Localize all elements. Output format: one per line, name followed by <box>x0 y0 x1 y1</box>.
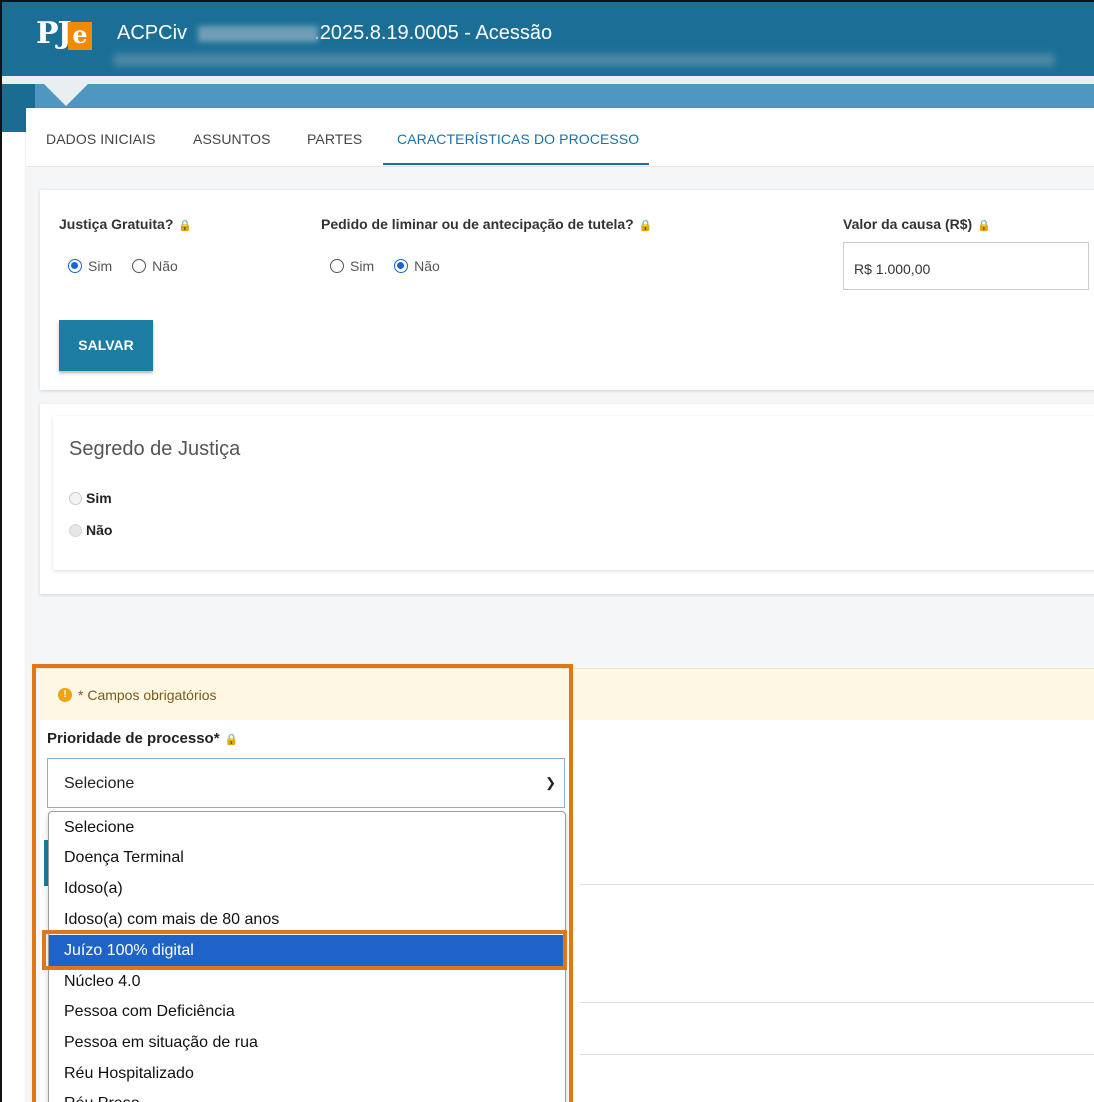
divider <box>580 1054 1094 1055</box>
logo-text: PJ <box>36 16 72 51</box>
lock-icon: 🔒 <box>178 220 193 232</box>
redacted-subtitle <box>114 54 1054 66</box>
justica-label-text: Justiça Gratuita? <box>59 216 174 232</box>
option-doenca-terminal[interactable]: Doença Terminal <box>49 842 565 873</box>
valor-causa-input[interactable]: R$ 1.000,00 <box>843 242 1089 290</box>
liminar-options: Sim Não <box>330 258 440 274</box>
pje-logo: PJ e <box>36 14 92 56</box>
required-fields-alert: ! * Campos obrigatórios <box>40 668 1094 722</box>
prioridade-select[interactable]: Selecione ❯ <box>47 758 565 808</box>
save-button[interactable]: SALVAR <box>59 320 153 371</box>
process-number-suffix: .2025.8.19.0005 - Acessão <box>314 22 553 44</box>
justica-gratuita-label: Justiça Gratuita? 🔒 <box>59 216 192 232</box>
header-divider <box>2 76 1094 84</box>
option-reu-hospitalizado[interactable]: Réu Hospitalizado <box>49 1058 565 1089</box>
option-pessoa-deficiencia[interactable]: Pessoa com Deficiência <box>49 996 565 1027</box>
option-pessoa-situacao-rua[interactable]: Pessoa em situação de rua <box>49 1027 565 1058</box>
segredo-title: Segredo de Justiça <box>69 438 241 460</box>
justica-nao-label: Não <box>152 258 178 274</box>
segredo-nao-label: Não <box>86 522 113 538</box>
warning-icon: ! <box>58 688 72 702</box>
liminar-sim-radio[interactable] <box>330 259 344 273</box>
liminar-nao-radio[interactable] <box>394 259 409 273</box>
justica-nao-radio[interactable] <box>132 259 147 273</box>
app-frame: PJ e ACPCiv .2025.8.19.0005 - Acessão DA… <box>0 0 1094 1102</box>
option-selecione[interactable]: Selecione <box>49 812 565 843</box>
process-class: ACPCiv <box>117 22 188 44</box>
tab-partes[interactable]: PARTES <box>307 131 362 147</box>
segredo-sim-option: Sim <box>69 490 112 506</box>
justica-sim-radio[interactable] <box>68 259 82 273</box>
alert-content: ! * Campos obrigatórios <box>58 687 217 703</box>
segredo-nao-option: Não <box>69 522 112 538</box>
prioridade-selected-value: Selecione <box>64 775 135 792</box>
process-title: ACPCiv .2025.8.19.0005 - Acessão <box>117 22 552 45</box>
divider <box>580 884 1094 885</box>
lock-icon: 🔒 <box>224 734 239 746</box>
liminar-label-text: Pedido de liminar ou de antecipação de t… <box>321 216 634 232</box>
tab-assuntos[interactable]: ASSUNTOS <box>193 131 271 147</box>
prioridade-dropdown-list: Selecione Doença Terminal Idoso(a) Idoso… <box>48 811 566 1102</box>
valor-causa-label: Valor da causa (R$) 🔒 <box>843 216 991 232</box>
lock-icon: 🔒 <box>977 220 991 232</box>
lock-icon: 🔒 <box>638 220 653 232</box>
alert-text: * Campos obrigatórios <box>78 687 217 703</box>
app-header: PJ e ACPCiv .2025.8.19.0005 - Acessão <box>2 2 1094 84</box>
segredo-sim-label: Sim <box>86 490 112 506</box>
tab-dados-iniciais[interactable]: DADOS INICIAIS <box>46 131 156 147</box>
active-tab-indicator <box>383 163 649 165</box>
segredo-panel: Segredo de Justiça Sim Não <box>40 404 1094 594</box>
characteristics-panel: Justiça Gratuita? 🔒 Sim Não Pedido de lim… <box>40 190 1094 390</box>
segredo-box: Segredo de Justiça Sim Não <box>53 416 1094 570</box>
redacted-number <box>198 26 318 42</box>
option-juizo-100-digital[interactable]: Juízo 100% digital <box>49 935 565 966</box>
header-notch <box>42 82 90 106</box>
prioridade-label: Prioridade de processo* 🔒 <box>47 730 238 747</box>
divider <box>580 1002 1094 1003</box>
valor-label-text: Valor da causa (R$) <box>843 216 973 232</box>
tab-bar: DADOS INICIAIS ASSUNTOS PARTES CARACTERÍ… <box>26 108 1094 167</box>
logo-e: e <box>68 22 92 50</box>
chevron-down-icon: ❯ <box>545 775 556 790</box>
option-idoso[interactable]: Idoso(a) <box>49 873 565 904</box>
liminar-sim-label: Sim <box>350 258 375 274</box>
tab-caracteristicas[interactable]: CARACTERÍSTICAS DO PROCESSO <box>397 131 639 147</box>
segredo-nao-radio <box>69 523 82 537</box>
option-reu-preso[interactable]: Réu Preso <box>49 1088 565 1102</box>
option-idoso-80[interactable]: Idoso(a) com mais de 80 anos <box>49 904 565 935</box>
liminar-nao-label: Não <box>414 258 440 274</box>
segredo-sim-radio <box>69 491 82 505</box>
prioridade-label-text: Prioridade de processo* <box>47 730 220 747</box>
justica-gratuita-options: Sim Não <box>68 258 178 274</box>
option-nucleo-4[interactable]: Núcleo 4.0 <box>49 966 565 997</box>
justica-sim-label: Sim <box>88 258 113 274</box>
liminar-label: Pedido de liminar ou de antecipação de t… <box>321 216 652 232</box>
